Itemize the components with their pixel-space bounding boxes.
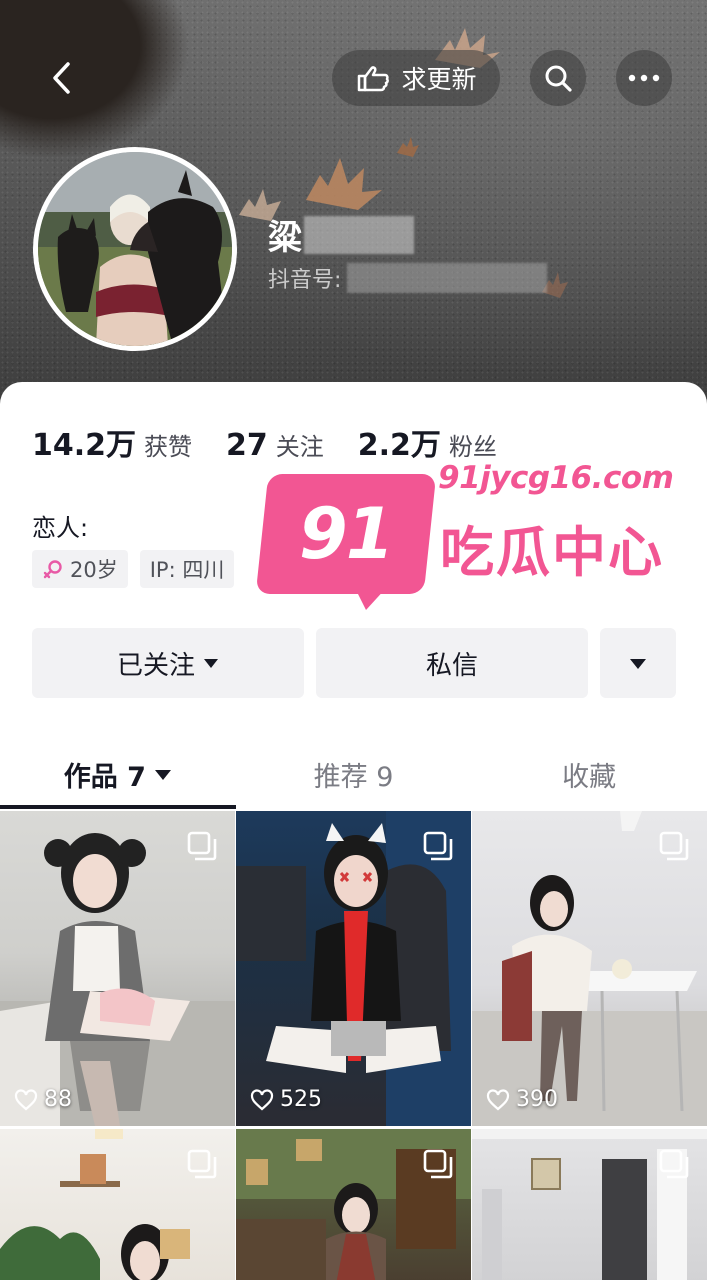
video-thumbnail[interactable]: [0, 1129, 235, 1280]
content-tabs: 作品 7 推荐 9 收藏: [0, 738, 707, 810]
caret-down-icon: [154, 769, 171, 780]
avatar-image: [38, 152, 232, 346]
back-button[interactable]: [34, 50, 90, 106]
tab-favorites[interactable]: 收藏: [471, 738, 707, 810]
following-label: 已关注: [116, 650, 195, 681]
caret-down-icon: [204, 659, 218, 668]
profile-actions: 已关注 私信: [32, 628, 676, 698]
multi-image-icon: [659, 831, 689, 861]
heart-icon: [14, 1088, 38, 1110]
like-count: 525: [250, 1087, 322, 1112]
multi-image-icon: [423, 831, 453, 861]
more-actions-button[interactable]: [600, 628, 676, 698]
tab-label: 作品 7: [63, 761, 146, 793]
tab-recommended[interactable]: 推荐 9: [236, 738, 472, 810]
request-update-label: 求更新: [401, 65, 477, 94]
video-thumbnail[interactable]: 525: [236, 811, 471, 1126]
nickname-mosaic: [304, 215, 414, 254]
tab-works[interactable]: 作品 7: [0, 738, 236, 810]
request-update-button[interactable]: 求更新: [332, 50, 500, 106]
search-button[interactable]: [530, 50, 586, 106]
like-count: 88: [14, 1087, 72, 1112]
chevron-left-icon: [53, 62, 70, 94]
profile-header-background: 求更新 粱 抖音号:: [0, 0, 707, 420]
ip-text: IP: 四川: [149, 558, 225, 582]
active-tab-indicator: [0, 805, 236, 809]
multi-image-icon: [423, 1149, 453, 1179]
avatar[interactable]: [33, 147, 237, 351]
watermark-domain: 91jycg16.com: [438, 460, 674, 496]
douyin-id[interactable]: 抖音号:: [268, 262, 548, 294]
watermark-bubble-tail: [354, 586, 388, 610]
like-count-text: 390: [516, 1087, 558, 1112]
nickname-text: 粱: [268, 218, 302, 258]
like-count: 390: [486, 1087, 558, 1112]
multi-image-icon: [659, 1149, 689, 1179]
bio-text: 恋人:: [32, 514, 89, 542]
like-count-text: 525: [280, 1087, 322, 1112]
video-thumbnail[interactable]: 88: [0, 811, 235, 1126]
douyin-id-label: 抖音号:: [268, 268, 342, 293]
tab-label: 收藏: [562, 761, 617, 793]
watermark-name: 吃瓜中心: [440, 521, 664, 584]
message-button[interactable]: 私信: [316, 628, 588, 698]
caret-down-icon: [630, 658, 646, 669]
stat-label: 获赞: [144, 433, 193, 461]
ip-tag: IP: 四川: [139, 550, 235, 588]
leaf-decoration: [397, 137, 419, 157]
video-thumbnail[interactable]: [472, 1129, 707, 1280]
like-count-text: 88: [44, 1087, 72, 1112]
video-thumbnail[interactable]: [236, 1129, 471, 1280]
video-grid: 88 525 390: [0, 811, 707, 1280]
stat-value: 14.2万: [32, 428, 137, 463]
age-text: 20岁: [70, 558, 118, 582]
message-label: 私信: [425, 650, 478, 681]
multi-image-icon: [187, 1149, 217, 1179]
heart-icon: [486, 1088, 510, 1110]
female-icon: [43, 560, 62, 579]
watermark-badge-text: 91: [299, 493, 393, 575]
search-icon: [545, 65, 572, 92]
more-options-button[interactable]: [616, 50, 672, 106]
douyin-id-mosaic: [347, 263, 548, 293]
following-button[interactable]: 已关注: [32, 628, 304, 698]
multi-image-icon: [187, 831, 217, 861]
pointing-hand-icon: [358, 66, 390, 92]
watermark-badge: 91: [255, 474, 437, 594]
nickname: 粱: [268, 210, 414, 259]
stat-likes[interactable]: 14.2万 获赞: [32, 420, 192, 464]
heart-icon: [250, 1088, 274, 1110]
profile-tags: 20岁 IP: 四川: [32, 550, 235, 588]
tab-label: 推荐 9: [313, 761, 394, 793]
age-tag: 20岁: [32, 550, 128, 588]
watermark-logo: 91 91jycg16.com 吃瓜中心: [255, 456, 682, 616]
video-thumbnail[interactable]: 390: [472, 811, 707, 1126]
more-dots-icon: [628, 74, 660, 82]
